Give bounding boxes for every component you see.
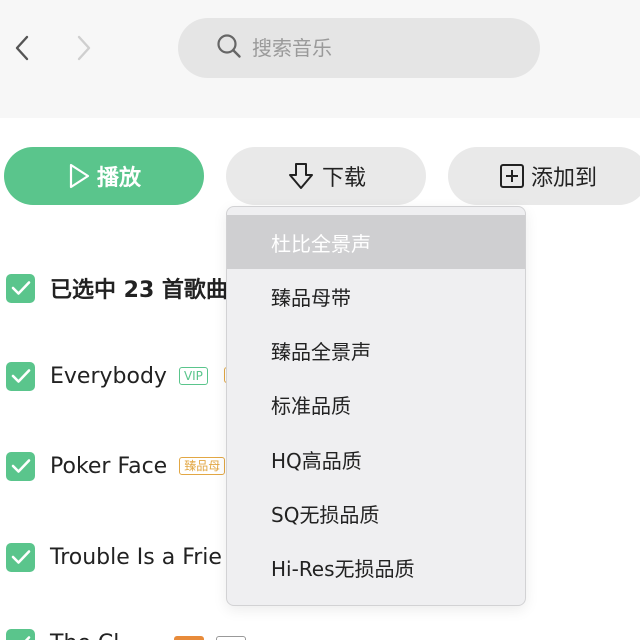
menu-item-master-surround[interactable]: 臻品全景声 xyxy=(227,323,525,377)
forward-arrow-icon[interactable] xyxy=(66,30,102,66)
song-title: The Cl xyxy=(50,631,119,640)
menu-item-dolby-atmos[interactable]: 杜比全景声 xyxy=(227,215,525,269)
song-title: Trouble Is a Frie xyxy=(50,544,222,570)
song-checkbox[interactable] xyxy=(6,361,35,391)
download-quality-menu: 杜比全景声 臻品母带 臻品全景声 标准品质 HQ高品质 SQ无损品质 Hi-Re… xyxy=(226,206,526,606)
menu-item-sq[interactable]: SQ无损品质 xyxy=(227,486,525,540)
download-icon xyxy=(286,161,316,191)
add-to-button-label: 添加到 xyxy=(530,166,597,191)
song-checkbox[interactable] xyxy=(6,542,35,572)
check-icon xyxy=(11,550,30,564)
song-row[interactable]: Everybody VIP xyxy=(6,361,208,391)
top-bar xyxy=(0,0,640,118)
song-checkbox[interactable] xyxy=(6,628,35,640)
download-button-label: 下载 xyxy=(321,166,366,191)
add-box-icon xyxy=(499,163,525,189)
check-icon xyxy=(11,281,30,295)
menu-item-standard[interactable]: 标准品质 xyxy=(227,377,525,431)
selection-summary: 已选中 23 首歌曲 xyxy=(50,278,228,303)
song-checkbox[interactable] xyxy=(6,451,35,481)
master-quality-badge: 臻品母 xyxy=(179,457,226,475)
download-button[interactable]: 下载 xyxy=(226,147,426,205)
search-input[interactable] xyxy=(252,36,512,60)
search-bar[interactable] xyxy=(178,18,540,78)
check-icon xyxy=(11,369,30,383)
menu-item-hq[interactable]: HQ高品质 xyxy=(227,432,525,486)
menu-item-master-tape[interactable]: 臻品母带 xyxy=(227,269,525,323)
select-all-row[interactable]: 已选中 23 首歌曲 xyxy=(6,273,228,303)
vip-badge: VIP xyxy=(178,367,208,385)
back-arrow-icon[interactable] xyxy=(4,30,40,66)
menu-item-hi-res[interactable]: Hi-Res无损品质 xyxy=(227,540,525,594)
check-icon xyxy=(24,636,30,640)
play-icon xyxy=(67,162,91,190)
play-button-label: 播放 xyxy=(96,166,141,191)
badge-partial xyxy=(174,636,204,640)
search-icon xyxy=(216,33,242,63)
select-all-checkbox[interactable] xyxy=(6,273,35,303)
song-title: Poker Face xyxy=(50,453,168,479)
badge-partial xyxy=(216,636,246,640)
play-button[interactable]: 播放 xyxy=(4,147,204,205)
song-title: Everybody xyxy=(50,363,167,389)
song-row[interactable]: Poker Face 臻品母 xyxy=(6,451,226,481)
check-icon xyxy=(11,459,30,473)
song-row[interactable]: Trouble Is a Frie xyxy=(6,542,222,572)
add-to-button[interactable]: 添加到 xyxy=(448,147,640,205)
song-row[interactable]: The Cl xyxy=(6,628,119,640)
